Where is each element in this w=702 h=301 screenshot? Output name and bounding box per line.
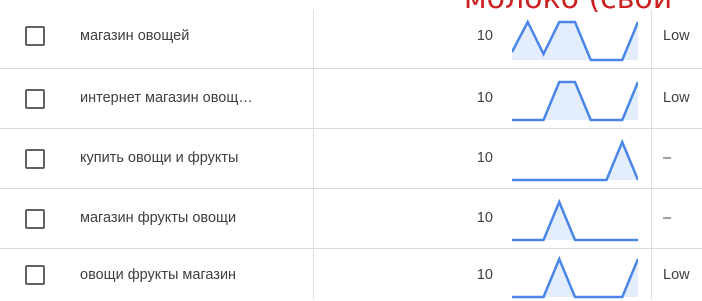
trend-sparkline — [512, 19, 638, 62]
competition-level: Low — [663, 90, 690, 106]
competition-level: – — [663, 150, 672, 166]
keyword-text: купить овощи и фрукты — [80, 150, 239, 166]
search-volume: 10 — [476, 267, 493, 283]
row-checkbox[interactable] — [25, 149, 45, 169]
row-checkbox[interactable] — [25, 89, 45, 109]
keyword-table: магазин овощей 10 Low интернет магазин о… — [0, 0, 702, 300]
row-checkbox[interactable] — [25, 26, 45, 46]
trend-sparkline — [512, 80, 638, 122]
trend-area — [512, 259, 638, 297]
search-volume: 10 — [476, 90, 493, 106]
search-volume: 10 — [476, 150, 493, 166]
competition-level: – — [663, 210, 672, 226]
keyword-text: магазин овощей — [80, 28, 190, 44]
competition-level: Low — [663, 267, 690, 283]
column-divider — [313, 10, 314, 300]
table-row[interactable]: магазин фрукты овощи 10 – — [0, 189, 702, 249]
row-checkbox[interactable] — [25, 265, 45, 285]
overlay-caption: молоко (свои — [464, 0, 672, 14]
keyword-text: интернет магазин овощ… — [80, 90, 253, 106]
column-divider — [651, 10, 652, 300]
trend-sparkline — [512, 138, 638, 182]
row-checkbox[interactable] — [25, 209, 45, 229]
search-volume: 10 — [476, 210, 493, 226]
keyword-text: магазин фрукты овощи — [80, 210, 237, 226]
table-row[interactable]: овощи фрукты магазин 10 Low — [0, 249, 702, 300]
trend-line — [512, 255, 638, 299]
search-volume: 10 — [476, 28, 493, 44]
trend-area — [512, 202, 638, 240]
table-row[interactable]: магазин овощей 10 Low — [0, 10, 702, 69]
trend-sparkline — [512, 198, 638, 242]
trend-line — [512, 198, 638, 242]
trend-sparkline — [512, 255, 638, 299]
table-row[interactable]: купить овощи и фрукты 10 – — [0, 129, 702, 189]
trend-area — [512, 82, 638, 120]
keyword-text: овощи фрукты магазин — [80, 267, 237, 283]
competition-level: Low — [663, 28, 690, 44]
table-row[interactable]: интернет магазин овощ… 10 Low — [0, 69, 702, 129]
